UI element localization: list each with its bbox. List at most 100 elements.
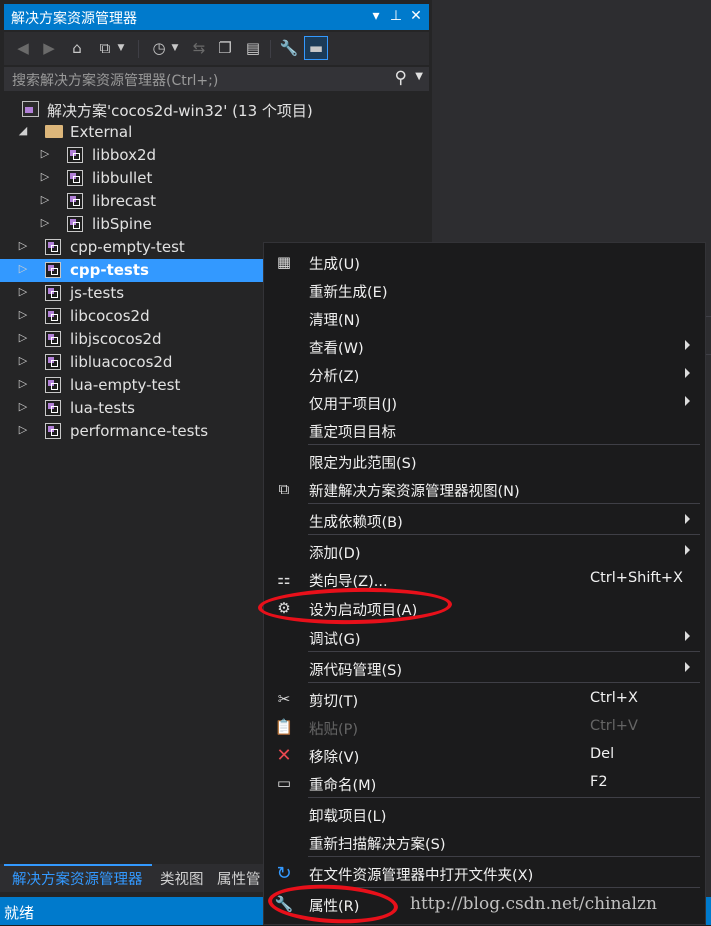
project-label: libSpine bbox=[92, 215, 152, 233]
collapsed-arrow-icon[interactable]: ▷ bbox=[39, 193, 51, 206]
tree-item-libspine[interactable]: ▷ libSpine bbox=[0, 213, 432, 236]
menu-separator bbox=[308, 444, 700, 445]
collapsed-arrow-icon[interactable]: ▷ bbox=[17, 262, 29, 275]
preview-selected-icon[interactable]: ▬ bbox=[304, 36, 328, 60]
show-all-files-icon[interactable]: ▤ bbox=[242, 37, 264, 59]
submenu-arrow-icon bbox=[685, 340, 690, 350]
panel-title-bar: 解决方案资源管理器 ▾ ⊥ ✕ bbox=[4, 4, 429, 30]
submenu-arrow-icon bbox=[685, 662, 690, 672]
menu-separator bbox=[308, 856, 700, 857]
menu-item-new-explorer-view[interactable]: ⧉ 新建解决方案资源管理器视图(N) bbox=[264, 475, 705, 503]
project-label: libcocos2d bbox=[70, 307, 150, 325]
collapsed-arrow-icon[interactable]: ▷ bbox=[39, 170, 51, 183]
cpp-project-icon bbox=[45, 423, 61, 439]
collapse-all-icon[interactable]: ❐ bbox=[214, 37, 236, 59]
menu-item-cut[interactable]: ✂ 剪切(T) Ctrl+X bbox=[264, 685, 705, 713]
menu-item-clean[interactable]: 清理(N) bbox=[264, 304, 705, 332]
cpp-project-icon bbox=[45, 400, 61, 416]
search-options-dropdown-icon[interactable]: ▼ bbox=[415, 71, 423, 82]
tab-solution-explorer[interactable]: 解决方案资源管理器 bbox=[12, 868, 143, 889]
back-icon[interactable]: ◀ bbox=[12, 37, 34, 59]
folder-icon bbox=[45, 125, 63, 138]
tree-item-libbox2d[interactable]: ▷ libbox2d bbox=[0, 144, 432, 167]
home-icon[interactable]: ⌂ bbox=[66, 37, 88, 59]
paste-icon: 📋 bbox=[274, 718, 294, 736]
cpp-project-icon bbox=[45, 354, 61, 370]
window-position-dropdown-icon[interactable]: ▾ bbox=[368, 8, 384, 24]
forward-icon[interactable]: ▶ bbox=[38, 37, 60, 59]
collapsed-arrow-icon[interactable]: ▷ bbox=[17, 377, 29, 390]
menu-item-retarget[interactable]: 重定项目目标 bbox=[264, 416, 705, 444]
menu-item-debug[interactable]: 调试(G) bbox=[264, 623, 705, 651]
solution-label: 解决方案'cocos2d-win32' (13 个项目) bbox=[47, 102, 313, 120]
menu-item-analyze[interactable]: 分析(Z) bbox=[264, 360, 705, 388]
menu-item-open-in-explorer[interactable]: ↻ 在文件资源管理器中打开文件夹(X) bbox=[264, 859, 705, 887]
tree-item-libbullet[interactable]: ▷ libbullet bbox=[0, 167, 432, 190]
menu-item-rename[interactable]: ▭ 重命名(M) F2 bbox=[264, 769, 705, 797]
tree-folder-external[interactable]: ◢ External bbox=[0, 121, 432, 144]
collapsed-arrow-icon[interactable]: ▷ bbox=[39, 147, 51, 160]
collapsed-arrow-icon[interactable]: ▷ bbox=[17, 308, 29, 321]
tree-solution-node[interactable]: 解决方案'cocos2d-win32' (13 个项目) bbox=[0, 98, 432, 121]
menu-item-view[interactable]: 查看(W) bbox=[264, 332, 705, 360]
collapsed-arrow-icon[interactable]: ▷ bbox=[17, 239, 29, 252]
open-folder-refresh-icon: ↻ bbox=[276, 862, 292, 884]
expanded-arrow-icon[interactable]: ◢ bbox=[17, 124, 29, 137]
submenu-arrow-icon bbox=[685, 396, 690, 406]
menu-item-scope-to-this[interactable]: 限定为此范围(S) bbox=[264, 447, 705, 475]
cpp-project-icon bbox=[45, 262, 61, 278]
context-menu: ▦ 生成(U) 重新生成(E) 清理(N) 查看(W) 分析(Z) 仅用于项目(… bbox=[263, 242, 706, 925]
close-icon[interactable]: ✕ bbox=[408, 8, 424, 24]
dropdown-icon[interactable]: ▼ bbox=[114, 37, 128, 59]
menu-item-source-control[interactable]: 源代码管理(S) bbox=[264, 654, 705, 682]
menu-item-unload-project[interactable]: 卸载项目(L) bbox=[264, 800, 705, 828]
submenu-arrow-icon bbox=[685, 514, 690, 524]
collapsed-arrow-icon[interactable]: ▷ bbox=[17, 354, 29, 367]
properties-wrench-icon[interactable]: 🔧 bbox=[278, 37, 300, 59]
pin-icon[interactable]: ⊥ bbox=[388, 8, 404, 24]
collapsed-arrow-icon[interactable]: ▷ bbox=[17, 285, 29, 298]
switch-views-icon[interactable]: ⧉ bbox=[94, 37, 116, 59]
folder-label: External bbox=[70, 123, 133, 141]
pending-changes-filter-icon[interactable]: ◷ bbox=[148, 37, 170, 59]
build-icon: ▦ bbox=[276, 253, 292, 271]
search-box[interactable]: 搜索解决方案资源管理器(Ctrl+;) ⚲ ▼ bbox=[4, 67, 429, 91]
new-view-icon: ⧉ bbox=[278, 480, 290, 498]
project-label: libjscocos2d bbox=[70, 330, 162, 348]
menu-item-rescan-solution[interactable]: 重新扫描解决方案(S) bbox=[264, 828, 705, 856]
submenu-arrow-icon bbox=[685, 368, 690, 378]
cpp-project-icon bbox=[67, 193, 83, 209]
menu-item-project-only[interactable]: 仅用于项目(J) bbox=[264, 388, 705, 416]
project-label: js-tests bbox=[70, 284, 125, 302]
cpp-project-icon bbox=[67, 170, 83, 186]
tab-properties[interactable]: 属性管 bbox=[217, 868, 261, 889]
sync-icon[interactable]: ⇆ bbox=[188, 37, 210, 59]
collapsed-arrow-icon[interactable]: ▷ bbox=[39, 216, 51, 229]
menu-item-build[interactable]: ▦ 生成(U) bbox=[264, 248, 705, 276]
menu-separator bbox=[308, 682, 700, 683]
project-label: cpp-empty-test bbox=[70, 238, 185, 256]
search-icon[interactable]: ⚲ bbox=[395, 68, 407, 88]
menu-separator bbox=[308, 797, 700, 798]
panel-title: 解决方案资源管理器 bbox=[11, 11, 137, 27]
menu-item-remove[interactable]: ✕ 移除(V) Del bbox=[264, 741, 705, 769]
menu-item-add[interactable]: 添加(D) bbox=[264, 537, 705, 565]
menu-separator bbox=[308, 503, 700, 504]
solution-icon bbox=[22, 101, 39, 117]
menu-separator bbox=[308, 887, 700, 888]
scissors-icon: ✂ bbox=[277, 690, 291, 708]
collapsed-arrow-icon[interactable]: ▷ bbox=[17, 423, 29, 436]
tree-item-librecast[interactable]: ▷ librecast bbox=[0, 190, 432, 213]
dropdown-icon[interactable]: ▼ bbox=[168, 37, 182, 59]
menu-item-build-dependencies[interactable]: 生成依赖项(B) bbox=[264, 506, 705, 534]
search-input[interactable]: 搜索解决方案资源管理器(Ctrl+;) bbox=[12, 70, 218, 90]
submenu-arrow-icon bbox=[685, 631, 690, 641]
menu-item-paste[interactable]: 📋 粘贴(P) Ctrl+V bbox=[264, 713, 705, 741]
collapsed-arrow-icon[interactable]: ▷ bbox=[17, 331, 29, 344]
tab-class-view[interactable]: 类视图 bbox=[160, 868, 204, 889]
cpp-project-icon bbox=[67, 147, 83, 163]
project-label: libbullet bbox=[92, 169, 153, 187]
menu-item-rebuild[interactable]: 重新生成(E) bbox=[264, 276, 705, 304]
status-text: 就绪 bbox=[4, 904, 35, 922]
collapsed-arrow-icon[interactable]: ▷ bbox=[17, 400, 29, 413]
